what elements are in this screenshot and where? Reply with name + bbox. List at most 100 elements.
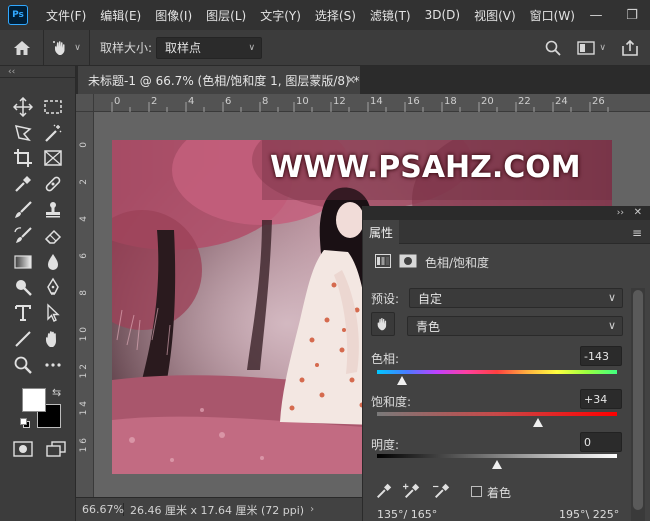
screen-mode-button[interactable] bbox=[46, 441, 66, 460]
history-brush-icon bbox=[14, 227, 32, 243]
collapse-panel-icon[interactable]: ›› bbox=[617, 206, 624, 220]
swap-colors-icon[interactable]: ⇆ bbox=[52, 386, 61, 399]
menu-image[interactable]: 图像(I) bbox=[147, 7, 198, 24]
close-icon[interactable]: ✕ bbox=[346, 73, 356, 87]
horizontal-ruler[interactable]: 0 2 4 6 8 10 12 14 16 18 20 22 24 26 bbox=[94, 94, 650, 112]
colorize-checkbox[interactable] bbox=[471, 486, 482, 497]
eyedropper-plus-icon bbox=[403, 483, 420, 499]
lightness-slider-track[interactable] bbox=[377, 454, 617, 458]
quick-mask-icon bbox=[13, 441, 33, 457]
hue-label: 色相: bbox=[371, 352, 400, 366]
ellipsis-icon bbox=[45, 363, 61, 367]
blur-tool[interactable] bbox=[38, 249, 68, 275]
default-colors-icon[interactable] bbox=[20, 418, 30, 428]
crop-tool[interactable] bbox=[8, 146, 38, 172]
menu-layer[interactable]: 图层(L) bbox=[198, 7, 252, 24]
restore-icon[interactable]: ❐ bbox=[614, 8, 650, 23]
menu-window[interactable]: 窗口(W) bbox=[522, 7, 581, 24]
add-to-sample-button[interactable] bbox=[403, 482, 421, 503]
close-icon[interactable]: ✕ bbox=[634, 206, 642, 220]
targeted-adjustment-button[interactable] bbox=[371, 312, 395, 336]
options-bar-right: ∨ bbox=[545, 30, 650, 66]
ruler-tick-label: 1 2 bbox=[79, 364, 89, 379]
menu-edit[interactable]: 编辑(E) bbox=[92, 7, 147, 24]
saturation-slider-track[interactable] bbox=[377, 412, 617, 416]
more-tools-button[interactable] bbox=[38, 352, 68, 378]
share-icon[interactable] bbox=[622, 40, 638, 56]
chevron-down-icon: ∨ bbox=[607, 319, 616, 332]
hue-value-field[interactable]: -143 bbox=[580, 346, 622, 366]
vertical-ruler[interactable]: 0 2 4 6 8 1 0 1 2 1 4 1 6 bbox=[76, 112, 94, 497]
frame-tool[interactable] bbox=[38, 146, 68, 172]
magic-wand-tool[interactable] bbox=[38, 120, 68, 146]
type-icon bbox=[15, 305, 31, 322]
menu-file[interactable]: 文件(F) bbox=[38, 7, 92, 24]
menu-filter[interactable]: 滤镜(T) bbox=[362, 7, 417, 24]
zoom-level[interactable]: 66.67% bbox=[76, 503, 124, 516]
preset-label: 预设: bbox=[371, 292, 400, 306]
eyedropper-icon bbox=[15, 176, 31, 193]
lasso-tool[interactable] bbox=[8, 120, 38, 146]
preset-select[interactable]: 自定 ∨ bbox=[409, 288, 623, 308]
drop-icon bbox=[48, 253, 58, 270]
tool-preset-picker[interactable]: ∨ bbox=[44, 29, 90, 66]
panel-scrollbar[interactable] bbox=[631, 288, 645, 521]
tab-properties[interactable]: 属性 bbox=[363, 220, 399, 244]
home-button[interactable] bbox=[0, 29, 44, 66]
home-icon bbox=[13, 40, 30, 55]
marquee-tool[interactable] bbox=[38, 94, 68, 120]
saturation-value-field[interactable]: +34 bbox=[580, 389, 622, 409]
lightness-slider-thumb[interactable] bbox=[492, 460, 502, 469]
zoom-tool[interactable] bbox=[8, 352, 38, 378]
clone-stamp-tool[interactable] bbox=[38, 197, 68, 223]
ruler-tick-label: 0 bbox=[79, 142, 89, 148]
search-icon[interactable] bbox=[545, 40, 562, 56]
workspace-switcher[interactable]: ∨ bbox=[577, 41, 606, 55]
collapse-panel-icon[interactable]: ‹‹ bbox=[0, 66, 75, 78]
eyedropper-tool[interactable] bbox=[8, 171, 38, 197]
dodge-tool[interactable] bbox=[8, 275, 38, 301]
tools-grid bbox=[8, 94, 68, 378]
quick-mask-button[interactable] bbox=[13, 441, 33, 460]
eyedropper-button[interactable] bbox=[375, 482, 393, 503]
document-tab[interactable]: 未标题-1 @ 66.7% (色相/饱和度 1, 图层蒙版/8) * ✕ bbox=[78, 66, 360, 94]
hue-slider-thumb[interactable] bbox=[396, 376, 407, 385]
menu-select[interactable]: 选择(S) bbox=[307, 7, 362, 24]
sample-size-select[interactable]: 取样点 ∨ bbox=[156, 36, 263, 59]
range-readout-right: 195°\ 225° bbox=[559, 508, 620, 521]
foreground-color-swatch[interactable] bbox=[22, 388, 46, 412]
ruler-origin[interactable] bbox=[76, 94, 94, 112]
targeted-adjustment-hand-icon bbox=[53, 40, 65, 55]
screen-mode-icon bbox=[46, 441, 66, 457]
panel-scrollbar-thumb[interactable] bbox=[633, 290, 643, 510]
arrow-pointer-icon bbox=[47, 303, 60, 323]
gradient-tool[interactable] bbox=[8, 249, 38, 275]
minimize-icon[interactable]: — bbox=[578, 8, 614, 23]
layer-mask-icon[interactable] bbox=[399, 254, 417, 271]
eraser-tool[interactable] bbox=[38, 223, 68, 249]
chevron-right-icon[interactable]: › bbox=[310, 504, 314, 515]
history-brush-tool[interactable] bbox=[8, 223, 38, 249]
path-selection-tool[interactable] bbox=[38, 300, 68, 326]
channel-select[interactable]: 青色 ∨ bbox=[407, 316, 623, 336]
menu-view[interactable]: 视图(V) bbox=[466, 7, 522, 24]
hand-tool[interactable] bbox=[38, 326, 68, 352]
menu-3d[interactable]: 3D(D) bbox=[417, 8, 466, 22]
brush-tool[interactable] bbox=[8, 197, 38, 223]
panel-menu-icon[interactable]: ≡ bbox=[632, 226, 642, 240]
subtract-from-sample-button[interactable] bbox=[433, 482, 451, 503]
workspace-icon bbox=[577, 41, 596, 55]
type-tool[interactable] bbox=[8, 300, 38, 326]
lightness-value-field[interactable]: 0 bbox=[580, 432, 622, 452]
pen-tool[interactable] bbox=[38, 275, 68, 301]
line-tool[interactable] bbox=[8, 326, 38, 352]
menu-type[interactable]: 文字(Y) bbox=[252, 7, 307, 24]
hue-slider-track[interactable] bbox=[377, 370, 617, 374]
chevron-down-icon: ∨ bbox=[248, 42, 256, 53]
zoom-icon bbox=[14, 356, 32, 374]
saturation-slider-thumb[interactable] bbox=[532, 418, 543, 427]
channel-value: 青色 bbox=[416, 319, 441, 334]
healing-brush-tool[interactable] bbox=[38, 171, 68, 197]
crop-icon bbox=[14, 149, 32, 168]
move-tool[interactable] bbox=[8, 94, 38, 120]
